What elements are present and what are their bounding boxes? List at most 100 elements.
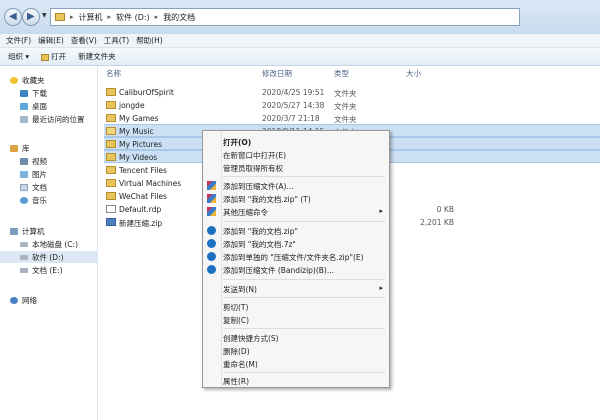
nav-drive-d[interactable]: 软件 (D:) [0,251,98,263]
open-button[interactable]: 打开 [41,51,66,62]
bandizip-icon [207,252,216,261]
menu-item-copy[interactable]: 复制(C) [223,315,249,326]
address-bar[interactable]: ▸ 计算机 ▸ 软件 (D:) ▸ 我的文档 [50,8,520,26]
menu-divider [223,372,385,373]
menu-file[interactable]: 文件(F) [6,35,31,46]
videos-folder-icon [106,153,116,161]
nav-libraries[interactable]: 库 [0,142,98,154]
history-dropdown-icon[interactable]: ▼ [42,12,47,19]
menu-item-delete[interactable]: 删除(D) [223,346,250,357]
folder-icon [106,179,116,187]
file-name: WeChat Files [119,192,167,201]
zip-file-icon [106,218,116,226]
file-name: My Music [119,127,154,136]
file-name: Virtual Machines [119,179,182,188]
file-size: 0 KB [436,205,454,214]
menu-item-other-compress[interactable]: 其他压缩命令 [223,207,268,218]
open-folder-icon [41,53,50,61]
back-button[interactable]: ◀ [4,8,22,26]
menu-item-add-archive[interactable]: 添加到压缩文件(A)... [223,181,294,192]
new-folder-button[interactable]: 新建文件夹 [78,51,116,62]
nav-network-label: 网络 [22,295,37,305]
forward-arrow-icon: ▶ [27,11,35,22]
menu-tools[interactable]: 工具(T) [104,35,129,46]
drive-icon [20,254,28,260]
desktop-icon [20,102,28,110]
rdp-file-icon [106,205,116,213]
nav-network[interactable]: 网络 [0,294,98,306]
file-date: 2020/3/7 21:18 [262,114,320,123]
folder-icon [106,101,116,109]
file-name: jongde [119,101,145,110]
nav-recent-label: 最近访问的位置 [32,114,85,124]
menu-item-open[interactable]: 打开(O) [223,137,251,148]
nav-computer[interactable]: 计算机 [0,225,98,237]
folder-icon [106,88,116,96]
nav-music[interactable]: 音乐 [0,194,98,206]
menu-item-send-to[interactable]: 发送到(N) [223,284,257,295]
forward-button[interactable]: ▶ [22,8,40,26]
nav-pictures[interactable]: 图片 [0,168,98,180]
pictures-folder-icon [106,140,116,148]
menu-item-bandi-separate[interactable]: 添加到单独的 "压缩文件/文件夹名.zip"(E) [223,252,364,263]
menu-item-cut[interactable]: 剪切(T) [223,302,248,313]
menu-item-bandi-zip[interactable]: 添加到 "我的文档.zip" [223,226,298,237]
organize-button[interactable]: 组织 ▾ [8,51,29,62]
file-size: 2,201 KB [420,218,454,227]
menu-divider [223,328,385,329]
menu-item-open-new-window[interactable]: 在新窗口中打开(E) [223,150,286,161]
column-header-size[interactable]: 大小 [406,68,421,79]
file-row[interactable]: CaliburOfSpirit 2020/4/25 19:51 文件夹 [104,86,600,99]
menu-item-create-shortcut[interactable]: 创建快捷方式(S) [223,333,279,344]
menu-item-bandi-7z[interactable]: 添加到 "我的文档.7z" [223,239,296,250]
nav-videos[interactable]: 视频 [0,155,98,167]
nav-desktop[interactable]: 桌面 [0,100,98,112]
file-name: My Games [119,114,159,123]
file-name: My Pictures [119,140,162,149]
file-row[interactable]: jongde 2020/5/27 14:38 文件夹 [104,99,600,112]
menu-edit[interactable]: 编辑(E) [38,35,64,46]
menu-item-properties[interactable]: 属性(R) [223,376,249,387]
column-header-name[interactable]: 名称 [106,68,121,79]
menu-item-take-ownership[interactable]: 管理员取得所有权 [223,163,283,174]
breadcrumb-drive-d[interactable]: 软件 (D:) [116,12,150,23]
document-icon [20,183,28,191]
nav-downloads-label: 下载 [32,88,47,98]
column-header-modified[interactable]: 修改日期 [262,68,292,79]
title-bar: ◀ ▶ ▼ ▸ 计算机 ▸ 软件 (D:) ▸ 我的文档 [0,0,600,34]
nav-documents[interactable]: 文档 [0,181,98,193]
context-menu: 打开(O) 在新窗口中打开(E) 管理员取得所有权 添加到压缩文件(A)... … [202,130,390,388]
nav-downloads[interactable]: 下载 [0,87,98,99]
nav-favorites[interactable]: 收藏夹 [0,74,98,86]
breadcrumb-separator-icon[interactable]: ▸ [108,13,112,21]
breadcrumb-separator-icon[interactable]: ▸ [155,13,159,21]
menu-item-add-zip[interactable]: 添加到 "我的文档.zip" (T) [223,194,311,205]
nav-libraries-label: 库 [22,143,30,153]
file-name: My Videos [119,153,158,162]
nav-drive-c[interactable]: 本地磁盘 (C:) [0,238,98,250]
file-type: 文件夹 [334,89,357,98]
menu-view[interactable]: 查看(V) [71,35,97,46]
menu-item-bandi-archive[interactable]: 添加到压缩文件 (Bandizip)(B)... [223,265,334,276]
folder-icon [106,114,116,122]
breadcrumb-separator-icon[interactable]: ▸ [70,13,74,21]
command-bar: 组织 ▾ 打开 新建文件夹 [0,48,600,66]
nav-pictures-label: 图片 [32,169,47,179]
computer-icon [10,227,18,235]
music-folder-icon [106,127,116,135]
music-icon [20,196,28,204]
menu-divider [223,279,385,280]
nav-drive-e[interactable]: 文档 (E:) [0,264,98,276]
file-type: 文件夹 [334,102,357,111]
navigation-pane: 收藏夹 下载 桌面 最近访问的位置 库 视频 图片 文档 音乐 计算机 本地磁盘… [0,66,98,420]
nav-recent[interactable]: 最近访问的位置 [0,113,98,125]
breadcrumb-my-documents[interactable]: 我的文档 [163,12,195,23]
drive-icon [20,241,28,247]
download-icon [20,89,28,97]
column-header-type[interactable]: 类型 [334,68,349,79]
network-icon [10,296,18,304]
nav-documents-label: 文档 [32,182,47,192]
breadcrumb-computer[interactable]: 计算机 [79,12,103,23]
menu-item-rename[interactable]: 重命名(M) [223,359,258,370]
menu-help[interactable]: 帮助(H) [136,35,163,46]
